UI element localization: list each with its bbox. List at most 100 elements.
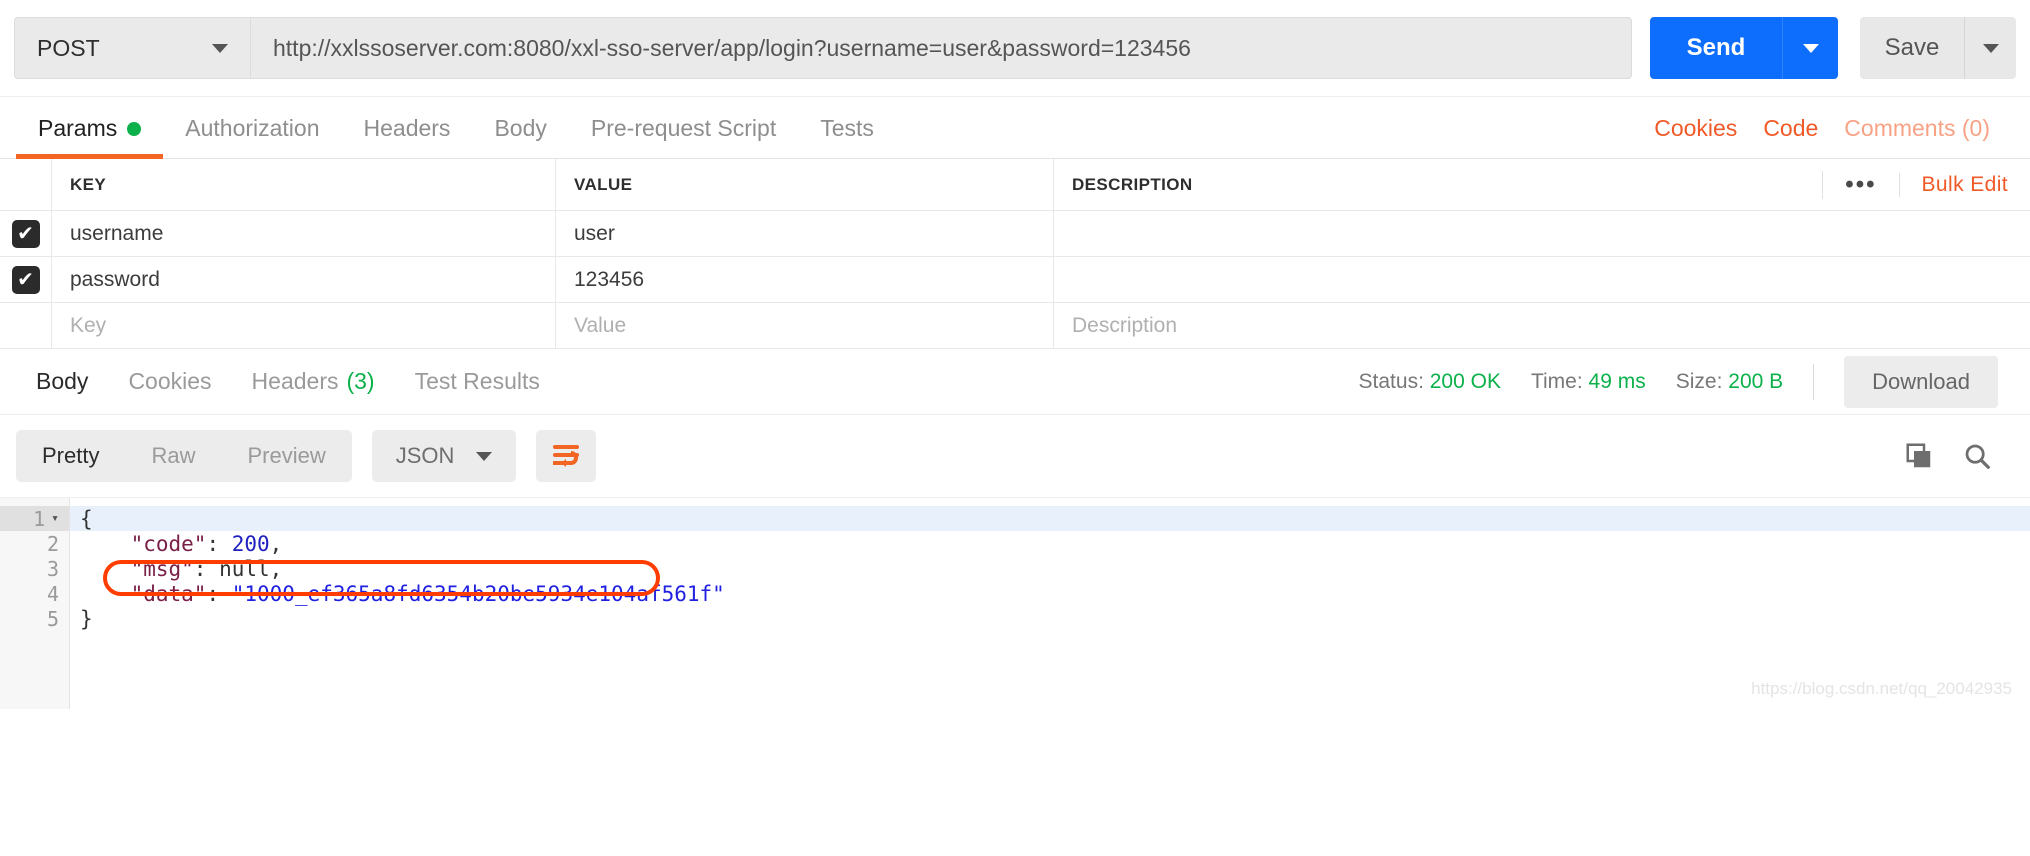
download-button[interactable]: Download <box>1844 355 1998 408</box>
response-headers-count: (3) <box>346 368 375 394</box>
request-tabs: Params Authorization Headers Body Pre-re… <box>0 96 2030 159</box>
code-line-2: "code": 200, <box>70 531 2030 556</box>
url-input[interactable]: http://xxlssoserver.com:8080/xxl-sso-ser… <box>250 17 1632 79</box>
word-wrap-toggle[interactable] <box>536 430 597 482</box>
code-line-1: { <box>70 506 2030 531</box>
time-label: Time: <box>1530 369 1583 393</box>
status-label: Status: <box>1358 369 1424 393</box>
send-button[interactable]: Send <box>1650 17 1782 79</box>
format-selector[interactable]: JSON <box>371 430 517 482</box>
response-tab-headers-label: Headers <box>251 368 339 394</box>
column-header-key: KEY <box>52 159 556 211</box>
send-button-group: Send <box>1650 17 1838 79</box>
line-number: 1 ▾ <box>0 506 69 531</box>
response-body-actions <box>1904 441 2014 471</box>
status-badge: Status: 200 OK <box>1359 370 1501 394</box>
response-tab-body[interactable]: Body <box>16 368 108 395</box>
line-number: 5 <box>46 606 59 631</box>
time-badge: Time: 49 ms <box>1531 370 1646 394</box>
code-lines[interactable]: { "code": 200, "msg": null, "data": "100… <box>70 498 2030 709</box>
table-row[interactable]: ✔ username user <box>0 211 2030 257</box>
size-value: 200 B <box>1728 369 1784 393</box>
line-number: 3 <box>46 556 59 581</box>
line-number-text: 1 <box>33 506 46 531</box>
save-button[interactable]: Save <box>1860 17 1964 79</box>
column-header-description-label: DESCRIPTION <box>1072 174 1193 194</box>
response-tab-test-results[interactable]: Test Results <box>395 368 560 395</box>
save-options-button[interactable] <box>1964 17 2016 79</box>
response-tab-body-label: Body <box>36 368 89 394</box>
row-checkbox-cell[interactable] <box>0 303 52 349</box>
code-token-comma: , <box>269 531 283 556</box>
table-row[interactable]: ✔ password 123456 <box>0 257 2030 303</box>
table-row-empty[interactable]: Key Value Description <box>0 303 2030 349</box>
view-mode-segmented-control: Pretty Raw Preview <box>16 430 352 482</box>
tab-tests[interactable]: Tests <box>798 115 896 158</box>
row-value-input[interactable]: 123456 <box>556 257 1054 303</box>
params-active-dot-icon <box>127 121 142 136</box>
code-link[interactable]: Code <box>1763 115 1818 142</box>
tab-params[interactable]: Params <box>16 115 164 159</box>
checkbox-checked-icon[interactable]: ✔ <box>11 265 40 294</box>
row-value-input[interactable]: user <box>556 211 1054 257</box>
bulk-edit-button[interactable]: Bulk Edit <box>1898 172 2008 197</box>
tab-authorization-label: Authorization <box>185 115 320 141</box>
watermark-text: https://blog.csdn.net/qq_20042935 <box>1751 679 2012 698</box>
ellipsis-icon[interactable]: ••• <box>1822 170 1898 199</box>
line-number: 2 <box>46 531 59 556</box>
format-label: JSON <box>395 443 455 468</box>
tab-authorization[interactable]: Authorization <box>163 115 341 158</box>
response-tab-headers[interactable]: Headers (3) <box>232 368 395 395</box>
line-number-gutter: 1 ▾ 2 3 4 5 <box>0 498 70 709</box>
row-checkbox-cell[interactable]: ✔ <box>0 257 52 303</box>
row-checkbox-cell[interactable]: ✔ <box>0 211 52 257</box>
code-token-key-code: "code" <box>130 531 207 556</box>
copy-icon[interactable] <box>1904 441 1934 471</box>
row-key-input[interactable]: username <box>52 211 556 257</box>
response-body-toolbar: Pretty Raw Preview JSON <box>0 415 2030 497</box>
row-description-input[interactable] <box>1054 211 2030 257</box>
response-tab-cookies-label: Cookies <box>128 368 212 394</box>
code-token-key-msg: "msg" <box>130 556 194 581</box>
view-mode-raw[interactable]: Raw <box>125 443 221 469</box>
response-header: Body Cookies Headers (3) Test Results St… <box>0 349 2030 415</box>
new-key-input[interactable]: Key <box>52 303 556 349</box>
size-badge: Size: 200 B <box>1676 370 1783 394</box>
time-value: 49 ms <box>1588 369 1646 393</box>
chevron-down-icon <box>476 451 493 461</box>
code-token-brace-open: { <box>80 506 93 531</box>
status-value: 200 OK <box>1429 369 1501 393</box>
http-method-selector[interactable]: POST <box>14 17 250 79</box>
tab-body-label: Body <box>494 115 547 141</box>
request-url-bar: POST http://xxlssoserver.com:8080/xxl-ss… <box>0 0 2030 96</box>
column-header-value: VALUE <box>556 159 1054 211</box>
row-key-input[interactable]: password <box>52 257 556 303</box>
code-token-value-code: 200 <box>231 531 270 556</box>
response-tab-cookies[interactable]: Cookies <box>108 368 231 395</box>
tab-headers[interactable]: Headers <box>342 115 473 158</box>
code-token-value-data: "1000_ef365a8fd6354b20be5934e104af561f" <box>231 581 725 606</box>
view-mode-pretty[interactable]: Pretty <box>16 443 125 469</box>
search-icon[interactable] <box>1962 441 1992 471</box>
tab-headers-label: Headers <box>363 115 451 141</box>
checkbox-checked-icon[interactable]: ✔ <box>11 219 40 248</box>
divider <box>1813 363 1815 400</box>
row-description-input[interactable] <box>1054 257 2030 303</box>
fold-arrow-icon[interactable]: ▾ <box>51 511 59 526</box>
new-value-input[interactable]: Value <box>556 303 1054 349</box>
response-body-code[interactable]: 1 ▾ 2 3 4 5 { "code": 200, "msg": null, "… <box>0 497 2030 709</box>
tab-body[interactable]: Body <box>472 115 568 158</box>
new-description-input[interactable]: Description <box>1054 303 2030 349</box>
send-options-button[interactable] <box>1782 17 1838 79</box>
save-button-group: Save <box>1860 17 2016 79</box>
response-meta: Status: 200 OK Time: 49 ms Size: 200 B D… <box>1359 355 2014 408</box>
code-token-value-msg: null <box>219 556 270 581</box>
tab-tests-label: Tests <box>820 115 874 141</box>
cookies-link[interactable]: Cookies <box>1654 115 1737 142</box>
code-line-4: "data": "1000_ef365a8fd6354b20be5934e104… <box>70 581 2030 606</box>
view-mode-preview[interactable]: Preview <box>221 443 351 469</box>
tab-pre-request-script[interactable]: Pre-request Script <box>569 115 798 158</box>
comments-link[interactable]: Comments (0) <box>1844 115 1990 142</box>
